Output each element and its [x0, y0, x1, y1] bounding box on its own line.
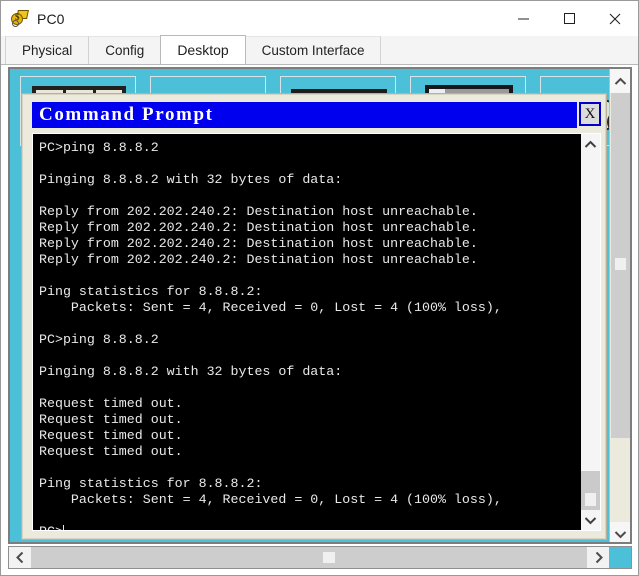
command-prompt-close-button[interactable]: X: [579, 102, 601, 126]
terminal-cursor: [62, 525, 64, 530]
page-title: PC0: [37, 10, 65, 27]
terminal-output[interactable]: PC>ping 8.8.8.2 Pinging 8.8.8.2 with 32 b…: [33, 134, 580, 530]
terminal-vscroll-track[interactable]: [581, 154, 600, 529]
terminal-line: Request timed out.: [39, 428, 183, 443]
terminal-line: Reply from 202.202.240.2: Destination ho…: [39, 220, 478, 235]
tab-custom-interface[interactable]: Custom Interface: [244, 36, 382, 64]
terminal-line: Ping statistics for 8.8.8.2:: [39, 284, 263, 299]
terminal-line: Reply from 202.202.240.2: Destination ho…: [39, 204, 478, 219]
terminal-prompt: PC>: [39, 524, 63, 530]
close-icon[interactable]: [592, 1, 638, 36]
chevron-down-icon[interactable]: [610, 522, 630, 542]
command-prompt-title: Command Prompt: [39, 104, 214, 125]
desktop-horizontal-scrollbar[interactable]: [8, 546, 632, 569]
terminal-prompt-line[interactable]: PC>: [39, 524, 580, 530]
terminal-line: Request timed out.: [39, 396, 183, 411]
terminal-line: Pinging 8.8.8.2 with 32 bytes of data:: [39, 364, 343, 379]
terminal-line: Pinging 8.8.8.2 with 32 bytes of data:: [39, 172, 343, 187]
tab-config[interactable]: Config: [88, 36, 162, 64]
desktop-hscroll-track[interactable]: [31, 547, 587, 568]
terminal-line: PC>ping 8.8.8.2: [39, 140, 159, 155]
desktop-vscroll-thumb[interactable]: [611, 93, 630, 438]
chevron-up-icon[interactable]: [610, 69, 630, 93]
terminal-line: Ping statistics for 8.8.8.2:: [39, 476, 263, 491]
tab-bar: Physical Config Desktop Custom Interface: [1, 35, 638, 65]
terminal-line: Request timed out.: [39, 412, 183, 427]
terminal-vertical-scrollbar[interactable]: [580, 134, 600, 530]
terminal-line: PC>ping 8.8.8.2: [39, 332, 159, 347]
pc0-window: PC0 Physical Config Desktop Custom Inter…: [0, 0, 639, 576]
scrollbar-corner: [609, 547, 631, 568]
window-titlebar: PC0: [1, 1, 638, 36]
command-prompt-window: Command Prompt X PC>ping 8.8.8.2 Pinging …: [21, 93, 607, 540]
terminal-line: Packets: Sent = 4, Received = 0, Lost = …: [39, 300, 502, 315]
maximize-icon[interactable]: [546, 1, 592, 36]
chevron-right-icon[interactable]: [587, 547, 609, 568]
chevron-up-icon[interactable]: [581, 134, 600, 154]
minimize-icon[interactable]: [500, 1, 546, 36]
terminal-line: Reply from 202.202.240.2: Destination ho…: [39, 252, 478, 267]
packet-tracer-pc-icon: [11, 9, 29, 28]
command-prompt-titlebar[interactable]: Command Prompt: [32, 102, 577, 128]
terminal-line: Reply from 202.202.240.2: Destination ho…: [39, 236, 478, 251]
tab-desktop[interactable]: Desktop: [160, 35, 246, 64]
window-controls: [500, 1, 638, 36]
terminal-line: Packets: Sent = 4, Received = 0, Lost = …: [39, 492, 502, 507]
terminal-line: Request timed out.: [39, 444, 183, 459]
chevron-down-icon[interactable]: [581, 510, 600, 530]
terminal-body: PC>ping 8.8.8.2 Pinging 8.8.8.2 with 32 b…: [32, 133, 601, 531]
chevron-left-icon[interactable]: [9, 547, 31, 568]
tab-physical[interactable]: Physical: [5, 36, 90, 64]
desktop-vscroll-track[interactable]: [610, 93, 630, 522]
desktop-vertical-scrollbar[interactable]: [609, 69, 630, 542]
desktop-hscroll-thumb[interactable]: [323, 552, 335, 563]
